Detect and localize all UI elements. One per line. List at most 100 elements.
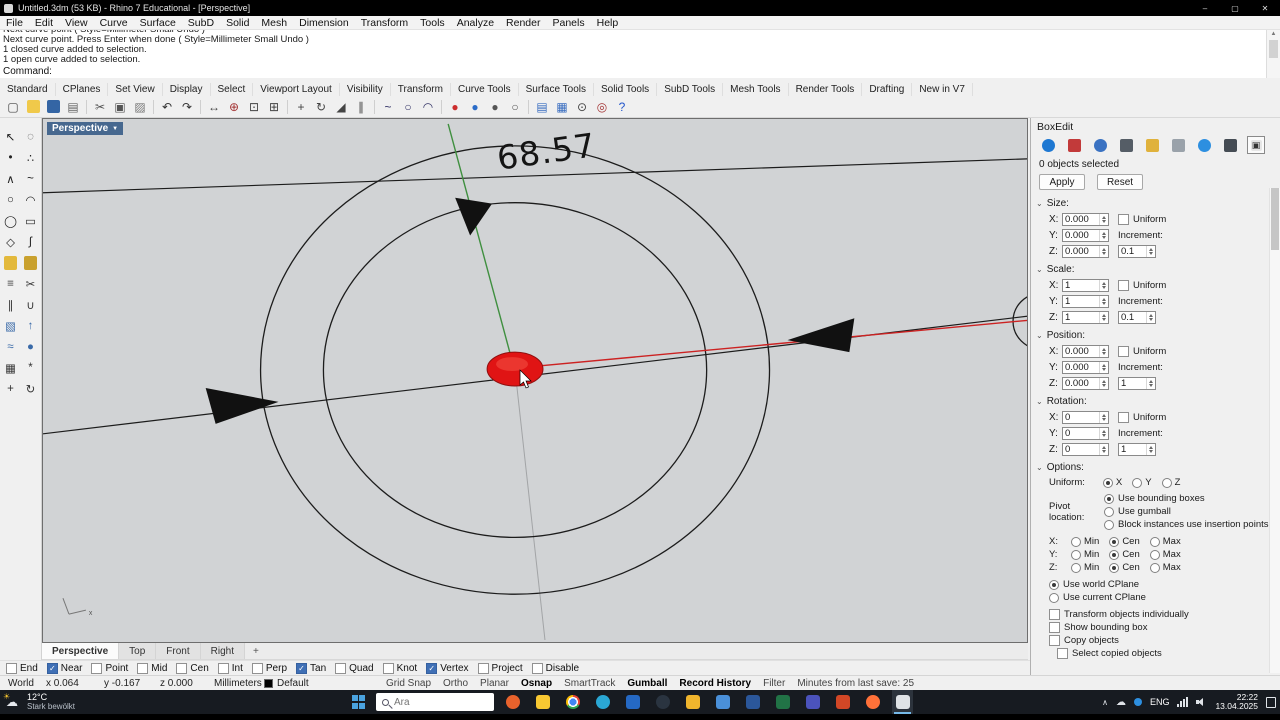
extrude-icon[interactable]: ↑: [21, 315, 41, 336]
toolbar-separator[interactable]: [284, 97, 291, 117]
toolbar-tab[interactable]: Surface Tools: [519, 83, 594, 96]
osnap-toggle[interactable]: Perp: [251, 662, 287, 674]
option-checkbox-row[interactable]: Transform objects individually: [1031, 608, 1280, 621]
save-file-icon[interactable]: [43, 97, 63, 117]
status-pane[interactable]: Minutes from last save: 25: [797, 678, 914, 689]
checkbox[interactable]: [251, 662, 263, 674]
radio-z-cen[interactable]: [1109, 562, 1120, 573]
command-prompt[interactable]: Command:: [0, 65, 1280, 78]
value-input-x[interactable]: 0.000: [1062, 212, 1109, 226]
mirror-icon[interactable]: ∥: [351, 97, 371, 117]
pivot-option[interactable]: Use gumball: [1104, 505, 1269, 518]
help-icon[interactable]: ?: [612, 97, 632, 117]
radio[interactable]: [1132, 477, 1143, 488]
open-file-icon[interactable]: [23, 97, 43, 117]
options-header[interactable]: ⌄ Options:: [1031, 460, 1280, 475]
pivot-option[interactable]: Block instances use insertion points: [1104, 518, 1269, 531]
polar-array-icon[interactable]: *: [21, 357, 41, 378]
close-button[interactable]: ✕: [1250, 0, 1280, 16]
toolbar-separator[interactable]: [150, 97, 157, 117]
toolbar-tab[interactable]: Visibility: [340, 83, 391, 96]
radio-y-cen[interactable]: [1109, 549, 1120, 560]
viewport-title-menu[interactable]: Perspective ▼: [47, 122, 124, 135]
scroll-up-arrow[interactable]: ▲: [1267, 30, 1280, 39]
copy-icon[interactable]: ▣: [110, 97, 130, 117]
section-header[interactable]: ⌄ Size:: [1031, 196, 1280, 211]
array-icon[interactable]: ▦: [1, 357, 21, 378]
scale-icon[interactable]: ◢: [331, 97, 351, 117]
libraries-tab-icon[interactable]: [1143, 136, 1161, 154]
status-pane[interactable]: SmartTrack: [564, 678, 615, 689]
coordinate-z[interactable]: z 0.000: [160, 676, 193, 690]
option-checkbox-row[interactable]: Select copied objects: [1031, 647, 1280, 660]
sphere-icon[interactable]: ●: [21, 336, 41, 357]
weather-widget[interactable]: ☀ ☁ 12°C Stark bewölkt: [3, 690, 75, 714]
coordinate-y[interactable]: y -0.167: [104, 676, 140, 690]
spinner[interactable]: [1099, 443, 1108, 455]
word-icon[interactable]: [742, 690, 763, 714]
pivot-option[interactable]: Use bounding boxes: [1104, 492, 1269, 505]
zoom-extents-icon[interactable]: ⊞: [264, 97, 284, 117]
action-center-icon[interactable]: [1266, 696, 1276, 708]
move-icon[interactable]: +: [291, 97, 311, 117]
toolbar-tab[interactable]: Display: [163, 83, 211, 96]
radio[interactable]: [1102, 477, 1113, 488]
menu-item[interactable]: Render: [500, 16, 546, 30]
value-input-z[interactable]: 1: [1062, 310, 1109, 324]
spinner[interactable]: [1146, 311, 1155, 323]
menu-item[interactable]: Edit: [29, 16, 59, 30]
search-input[interactable]: [394, 696, 479, 708]
value-input-z[interactable]: 0.000: [1062, 244, 1109, 258]
new-file-icon[interactable]: ▢: [3, 97, 23, 117]
spinner[interactable]: [1099, 345, 1108, 357]
section-header[interactable]: ⌄ Rotation:: [1031, 394, 1280, 409]
reset-button[interactable]: Reset: [1097, 174, 1143, 190]
select-pointer-icon[interactable]: ↖: [1, 126, 21, 147]
osnap-toggle[interactable]: Tan: [296, 662, 326, 674]
start-button[interactable]: [352, 695, 366, 709]
menu-item[interactable]: Dimension: [293, 16, 355, 30]
pan-icon[interactable]: ↔: [204, 97, 224, 117]
calculator-icon[interactable]: [712, 690, 733, 714]
menu-item[interactable]: Tools: [414, 16, 451, 30]
toolbar-separator[interactable]: [83, 97, 90, 117]
fillet-icon[interactable]: [1, 252, 21, 273]
menu-item[interactable]: Solid: [220, 16, 255, 30]
point-icon[interactable]: •: [1, 147, 21, 168]
spinner[interactable]: [1099, 213, 1108, 225]
menu-item[interactable]: Analyze: [451, 16, 500, 30]
edge-icon[interactable]: [592, 690, 613, 714]
menu-item[interactable]: File: [0, 16, 29, 30]
section-header[interactable]: ⌄ Position:: [1031, 328, 1280, 343]
uniform-checkbox[interactable]: [1118, 411, 1129, 423]
toolbar-tab[interactable]: Curve Tools: [451, 83, 519, 96]
spinner[interactable]: [1099, 411, 1108, 423]
checkbox[interactable]: [1049, 635, 1060, 646]
osnap-toggle[interactable]: Vertex: [426, 662, 469, 674]
value-input-z[interactable]: 0.000: [1062, 376, 1109, 390]
radio[interactable]: [1104, 506, 1114, 517]
option-checkbox-row[interactable]: Copy objects: [1031, 634, 1280, 647]
toolbar-tab[interactable]: Standard: [0, 83, 56, 96]
menu-item[interactable]: Surface: [134, 16, 182, 30]
help-tab-icon[interactable]: [1117, 136, 1135, 154]
section-header[interactable]: ⌄ Scale:: [1031, 262, 1280, 277]
toolbar-tab[interactable]: Render Tools: [789, 83, 863, 96]
circle-tool-icon[interactable]: ○: [398, 97, 418, 117]
chrome-icon[interactable]: [562, 690, 583, 714]
toolbar-tab[interactable]: Transform: [391, 83, 451, 96]
uniform-axis-option[interactable]: X: [1102, 477, 1122, 488]
display-tab-icon[interactable]: [1091, 136, 1109, 154]
checkbox[interactable]: [1049, 622, 1060, 633]
ellipse-icon[interactable]: ◯: [1, 210, 21, 231]
checkbox[interactable]: [137, 662, 149, 674]
paste-icon[interactable]: ▨: [130, 97, 150, 117]
uniform-axis-option[interactable]: Y: [1132, 477, 1152, 488]
osnap-toggle[interactable]: Point: [91, 662, 128, 674]
checkbox[interactable]: [426, 662, 438, 674]
toolbar-separator[interactable]: [525, 97, 532, 117]
radio[interactable]: [1161, 477, 1172, 488]
status-pane[interactable]: Ortho: [443, 678, 468, 689]
cplane-option[interactable]: Use world CPlane: [1031, 578, 1280, 591]
checkbox[interactable]: [176, 662, 188, 674]
